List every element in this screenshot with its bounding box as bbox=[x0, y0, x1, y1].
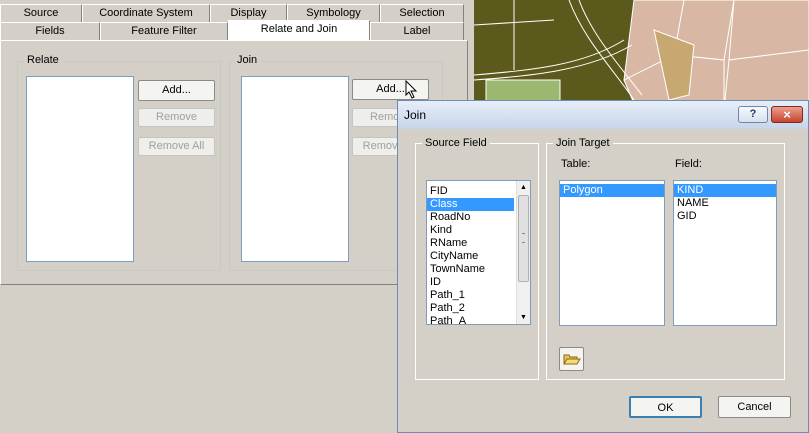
join-group-label: Join bbox=[234, 54, 261, 66]
relate-list[interactable] bbox=[26, 76, 134, 262]
list-item[interactable]: ID bbox=[427, 276, 514, 289]
source-field-scrollbar[interactable]: ▲ ▼ bbox=[516, 181, 530, 324]
table-items: Polygon bbox=[560, 181, 664, 197]
join-list[interactable] bbox=[241, 76, 349, 262]
source-field-group: Source Field FID Class RoadNo Kind RName City… bbox=[415, 137, 539, 380]
mouse-cursor-icon bbox=[405, 80, 418, 99]
relate-group: Relate Add... Remove Remove All bbox=[17, 54, 221, 271]
scroll-up-icon[interactable]: ▲ bbox=[520, 184, 527, 191]
list-item[interactable]: RName bbox=[427, 237, 514, 250]
tab-selection[interactable]: Selection bbox=[380, 4, 464, 22]
list-item[interactable]: Polygon bbox=[560, 184, 664, 197]
table-label: Table: bbox=[561, 158, 591, 170]
ok-button[interactable]: OK bbox=[629, 396, 702, 418]
scroll-grip-icon bbox=[522, 233, 525, 243]
list-item[interactable]: GID bbox=[674, 210, 776, 223]
source-field-label: Source Field bbox=[422, 137, 490, 149]
close-icon[interactable]: × bbox=[771, 106, 803, 123]
relate-group-label: Relate bbox=[24, 54, 62, 66]
list-item[interactable]: Path_2 bbox=[427, 302, 514, 315]
tab-relate-and-join[interactable]: Relate and Join bbox=[228, 20, 370, 41]
list-item[interactable]: FID bbox=[427, 185, 514, 198]
join-target-label: Join Target bbox=[553, 137, 613, 149]
field-items: KIND NAME GID bbox=[674, 181, 776, 223]
list-item[interactable]: TownName bbox=[427, 263, 514, 276]
tab-label[interactable]: Label bbox=[370, 22, 464, 40]
cancel-button[interactable]: Cancel bbox=[718, 396, 791, 418]
tab-source[interactable]: Source bbox=[0, 4, 82, 22]
scroll-thumb[interactable] bbox=[518, 195, 529, 282]
relate-add-button[interactable]: Add... bbox=[138, 80, 215, 101]
list-item[interactable]: RoadNo bbox=[427, 211, 514, 224]
table-list[interactable]: Polygon bbox=[559, 180, 665, 326]
list-item[interactable]: Path_A bbox=[427, 315, 514, 324]
list-item[interactable]: Class bbox=[427, 198, 514, 211]
list-item[interactable]: CityName bbox=[427, 250, 514, 263]
join-dialog: Join ? × Source Field FID Class RoadNo Kind… bbox=[397, 100, 809, 433]
tab-feature-filter[interactable]: Feature Filter bbox=[100, 22, 228, 40]
list-item[interactable]: Kind bbox=[427, 224, 514, 237]
help-icon[interactable]: ? bbox=[738, 106, 768, 123]
list-item[interactable]: NAME bbox=[674, 197, 776, 210]
scroll-down-icon[interactable]: ▼ bbox=[520, 314, 527, 321]
tab-coordinate-system[interactable]: Coordinate System bbox=[82, 4, 210, 22]
list-item[interactable]: KIND bbox=[674, 184, 776, 197]
open-table-button[interactable] bbox=[559, 347, 584, 371]
relate-remove-button[interactable]: Remove bbox=[138, 108, 215, 127]
source-field-list[interactable]: FID Class RoadNo Kind RName CityName TownName I… bbox=[426, 180, 531, 325]
join-dialog-title: Join bbox=[404, 108, 427, 122]
join-dialog-titlebar[interactable]: Join ? × bbox=[398, 101, 808, 129]
open-folder-icon bbox=[563, 354, 581, 365]
source-field-items: FID Class RoadNo Kind RName CityName TownName I… bbox=[427, 181, 530, 324]
list-item[interactable]: Path_1 bbox=[427, 289, 514, 302]
tab-fields[interactable]: Fields bbox=[0, 22, 100, 40]
join-target-group: Join Target Table: Field: Polygon KIND NA… bbox=[546, 137, 785, 380]
field-list[interactable]: KIND NAME GID bbox=[673, 180, 777, 326]
field-label: Field: bbox=[675, 158, 702, 170]
relate-remove-all-button[interactable]: Remove All bbox=[138, 137, 215, 156]
